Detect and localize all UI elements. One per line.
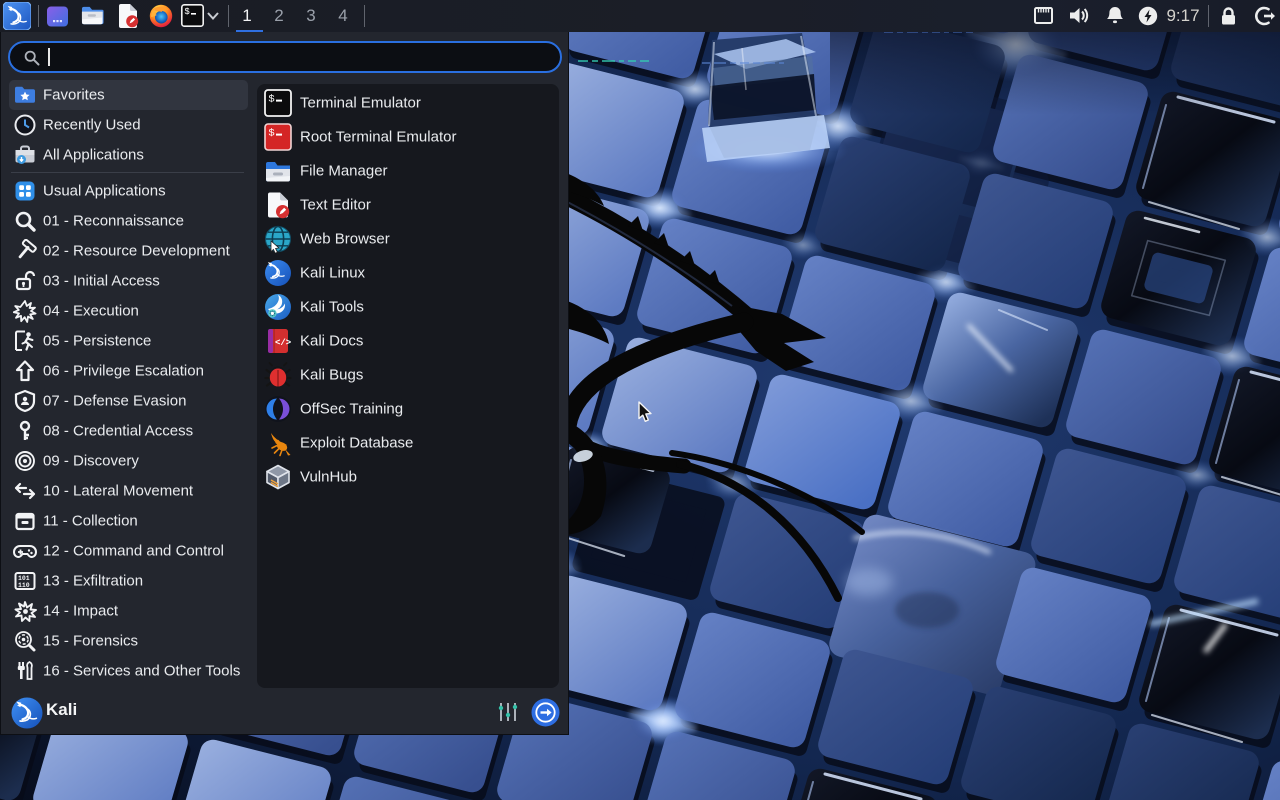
svg-text:110: 110 <box>18 582 30 589</box>
svg-text:$: $ <box>268 93 274 105</box>
svg-text:$: $ <box>184 7 190 17</box>
svg-text:101: 101 <box>18 575 30 582</box>
svg-text:</>: </> <box>275 338 291 348</box>
svg-text:$: $ <box>268 127 274 139</box>
